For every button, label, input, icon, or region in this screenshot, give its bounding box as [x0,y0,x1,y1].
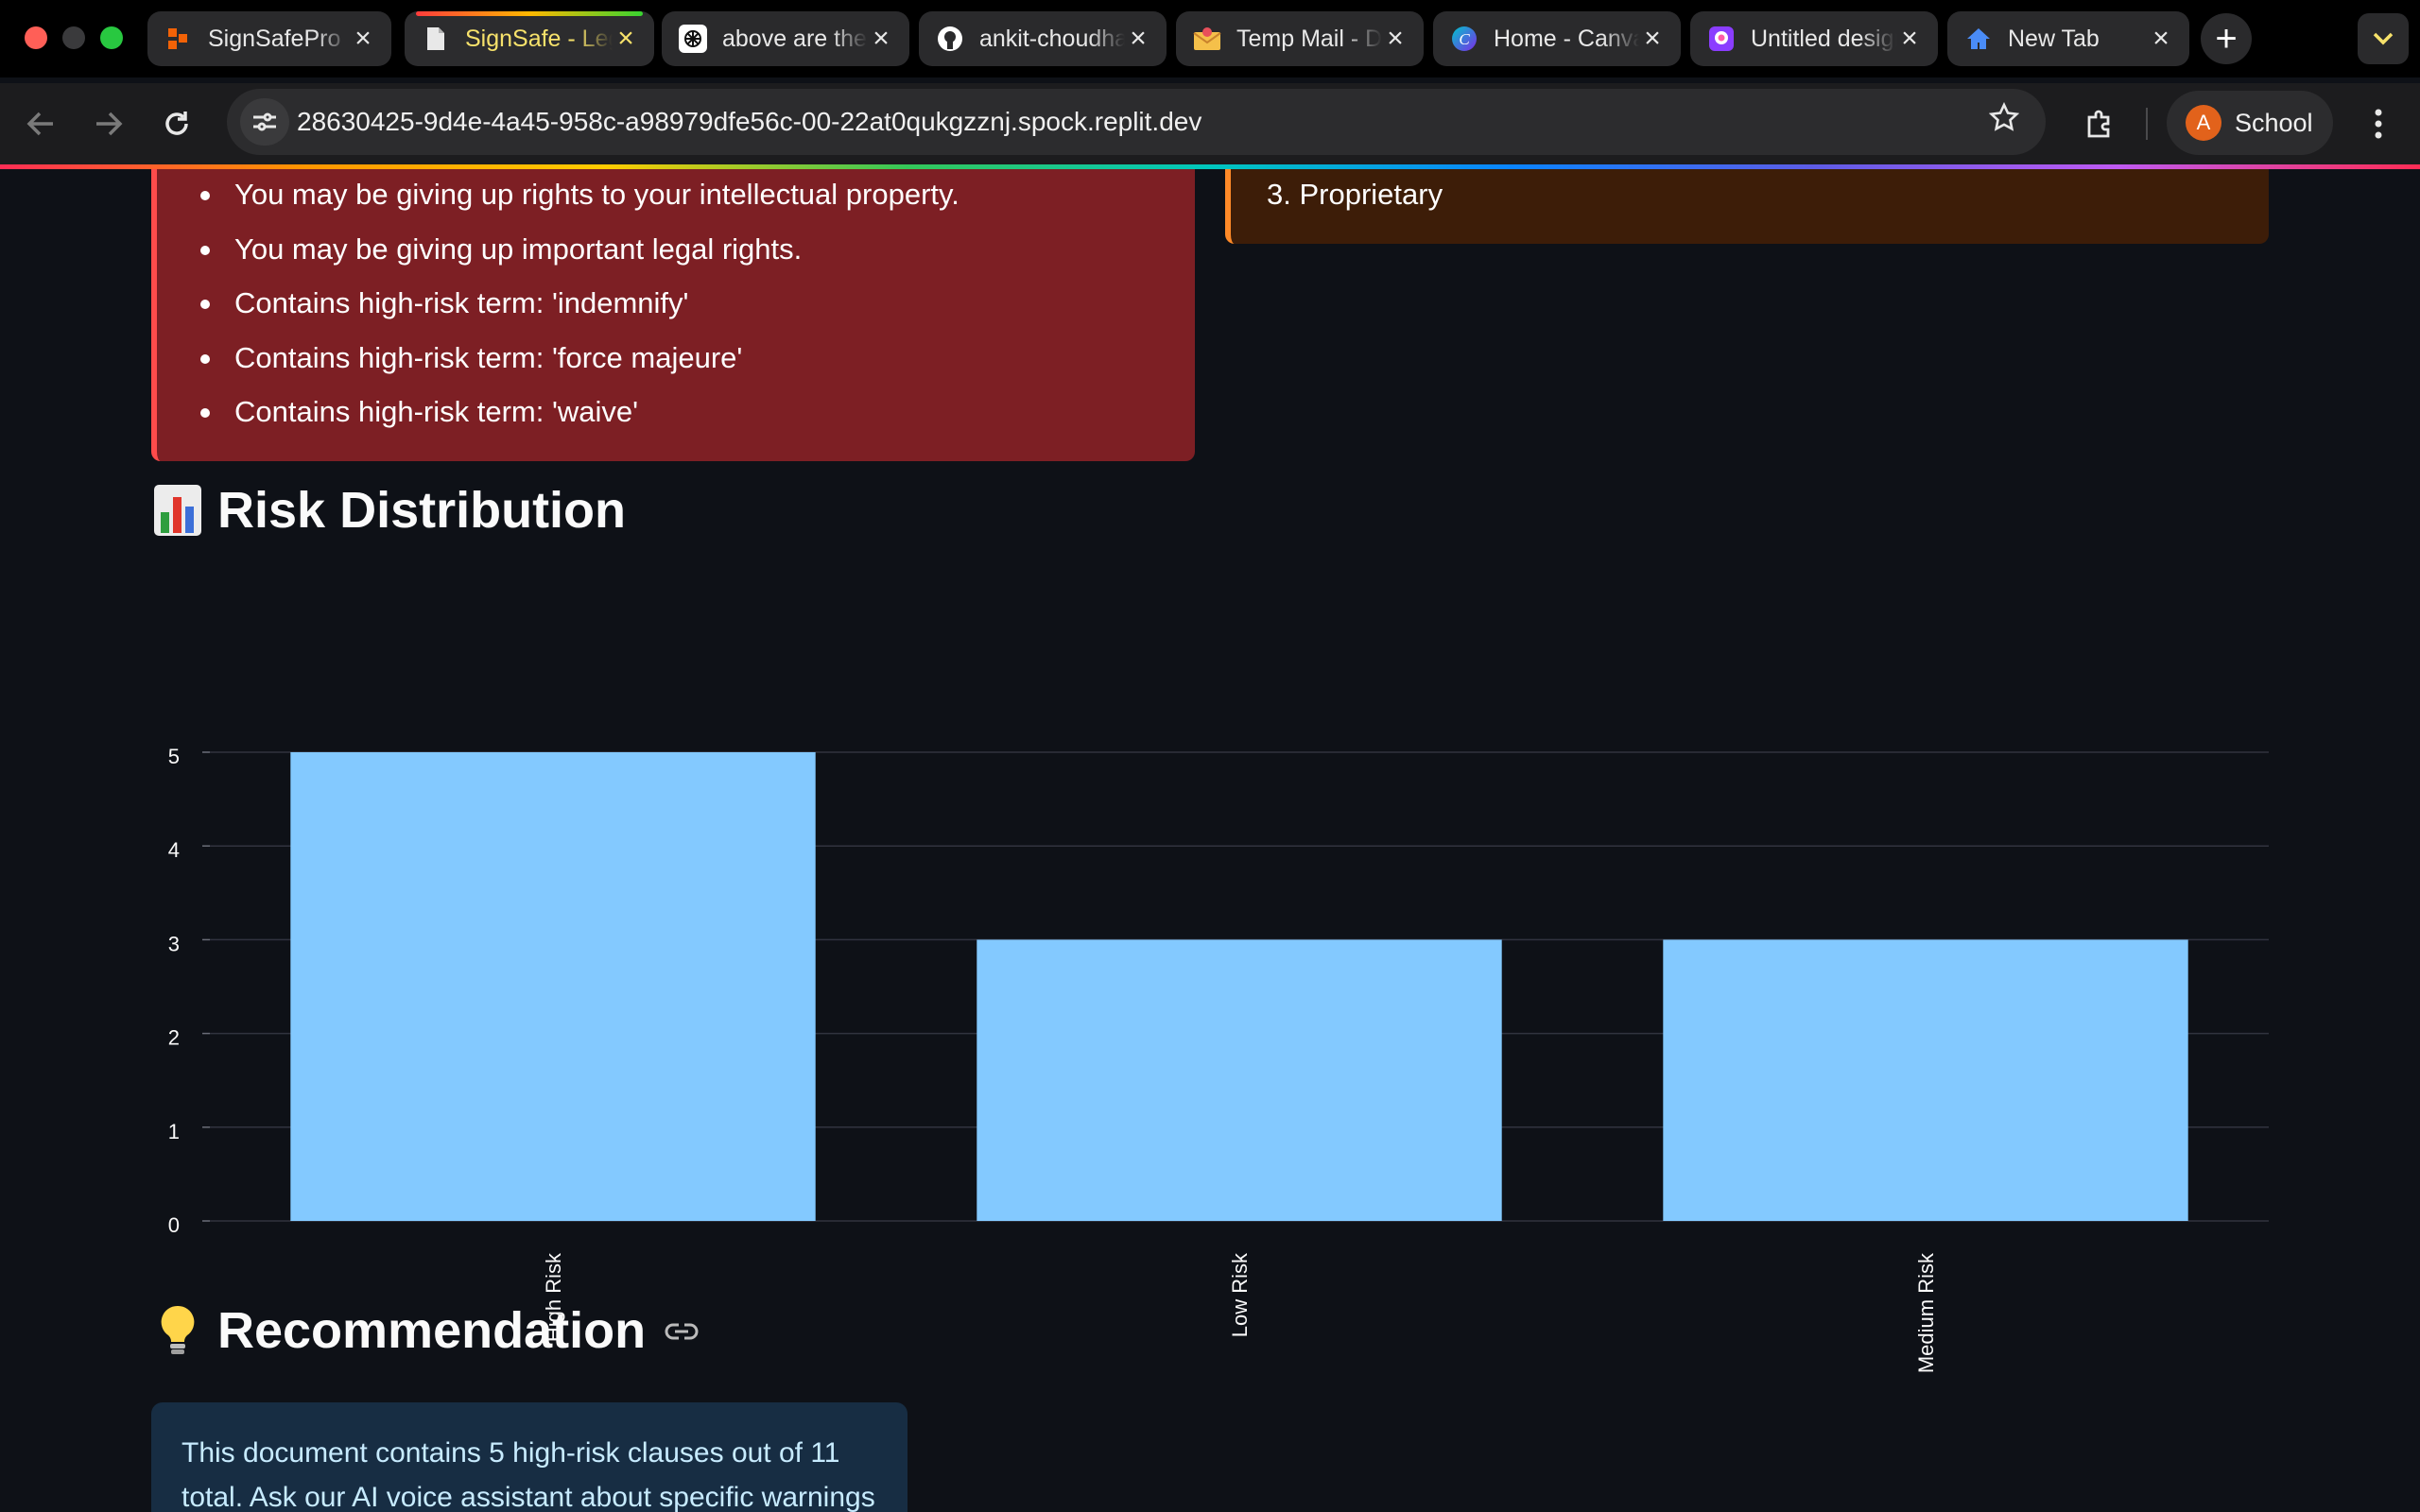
browser-toolbar: 28630425-9d4e-4a45-958c-a98979dfe56c-00-… [0,83,2420,164]
tab-title: Temp Mail - Disposable [1236,25,1382,52]
close-tab-icon[interactable]: × [868,25,894,53]
recommendation-heading: Recommendation [151,1301,699,1360]
tab-search-chevron-icon[interactable] [2358,13,2409,64]
recommendation-box: This document contains 5 high-risk claus… [151,1402,908,1512]
y-tick-label: 4 [168,838,180,862]
signsafe-favicon-icon [164,25,193,53]
bar [1663,939,2188,1221]
forward-arrow-icon[interactable] [85,100,132,147]
close-tab-icon[interactable]: × [1382,25,1409,53]
mail-favicon-icon [1193,25,1221,53]
tab-title: New Tab [2008,25,2100,52]
tab[interactable]: ankit-choudhary × [919,11,1167,66]
home-favicon-icon [1964,25,1993,53]
bar [290,752,816,1221]
ai-favicon-icon [679,25,707,53]
tab-title: ankit-choudhary [979,25,1125,52]
close-tab-icon[interactable]: × [350,25,376,53]
tab-title: above are the [722,25,867,52]
x-tick-label: Low Risk [1228,1252,1252,1337]
new-tab-button[interactable]: + [2201,13,2252,64]
avatar: A [2186,105,2221,141]
bar [977,939,1502,1221]
back-arrow-icon[interactable] [17,100,64,147]
tab-title: Home - Canva [1494,25,1639,52]
canva-favicon-icon: C [1450,25,1478,53]
warnings-alert: You may be giving up rights to your inte… [151,169,1195,461]
section-title-text: Recommendation [217,1302,647,1359]
extensions-puzzle-icon[interactable] [2076,100,2123,147]
y-tick-label: 2 [168,1026,180,1050]
recommendation-text: This document contains 5 high-risk claus… [182,1437,875,1512]
profile-name: School [2235,108,2313,137]
github-favicon-icon [936,25,964,53]
page-viewport[interactable]: You may be giving up rights to your inte… [0,169,2420,1512]
close-tab-icon[interactable]: × [2148,25,2174,53]
tab-strip: SignSafePro × SignSafe - Legal × above a… [0,0,2420,77]
close-tab-icon[interactable]: × [1125,25,1151,53]
close-tab-icon[interactable]: × [1639,25,1666,53]
tab[interactable]: C Home - Canva × [1433,11,1681,66]
x-tick-label: Medium Risk [1914,1252,1938,1373]
tab-loading-indicator [416,11,643,16]
warning-item: You may be giving up rights to your inte… [200,169,959,222]
toolbar-divider [2146,108,2148,140]
svg-text:C: C [1459,30,1470,48]
tab[interactable]: Temp Mail - Disposable × [1176,11,1424,66]
anchor-link-icon[interactable] [665,1311,699,1351]
medium-risk-alert: 3. Proprietary [1225,169,2269,244]
reload-icon[interactable] [153,100,200,147]
warning-item: You may be giving up important legal rig… [200,222,959,277]
tab[interactable]: New Tab × [1947,11,2189,66]
tab-active[interactable]: SignSafe - Legal × [405,11,654,66]
bar-chart-icon [151,484,204,537]
close-tab-icon[interactable]: × [613,25,639,53]
url-text[interactable]: 28630425-9d4e-4a45-958c-a98979dfe56c-00-… [297,89,1201,155]
tab-title: Untitled design [1751,25,1896,52]
tab[interactable]: Untitled design × [1690,11,1938,66]
tab-title: SignSafe - Legal [465,25,613,52]
medium-risk-item: 3. Proprietary [1267,178,1443,211]
close-window-button[interactable] [25,26,47,49]
tab[interactable]: SignSafePro × [147,11,391,66]
close-tab-icon[interactable]: × [1896,25,1923,53]
y-tick-label: 0 [168,1213,180,1237]
warning-item: Contains high-risk term: 'force majeure' [200,331,959,386]
profile-button[interactable]: A School [2167,91,2333,155]
address-bar[interactable]: 28630425-9d4e-4a45-958c-a98979dfe56c-00-… [227,89,2046,155]
tab-title: SignSafePro [208,25,341,52]
tab[interactable]: above are the × [662,11,909,66]
section-title-text: Risk Distribution [217,482,627,539]
risk-distribution-heading: Risk Distribution [151,481,626,540]
maximize-window-button[interactable] [100,26,123,49]
y-tick-label: 5 [168,745,180,768]
browser-menu-icon[interactable] [2360,100,2397,147]
warning-item: Contains high-risk term: 'indemnify' [200,276,959,331]
y-tick-label: 3 [168,932,180,955]
lightbulb-icon [151,1304,204,1357]
bookmark-star-icon[interactable] [1988,89,2020,155]
risk-distribution-chart[interactable]: 012345High Risk Low Risk Medium Risk [151,566,2269,1398]
y-tick-label: 1 [168,1120,180,1143]
warnings-list: You may be giving up rights to your inte… [200,169,959,439]
design-favicon-icon [1707,25,1736,53]
document-favicon-icon [422,25,450,53]
minimize-window-button[interactable] [62,26,85,49]
warning-item: Contains high-risk term: 'waive' [200,385,959,439]
site-info-icon[interactable] [240,98,289,146]
